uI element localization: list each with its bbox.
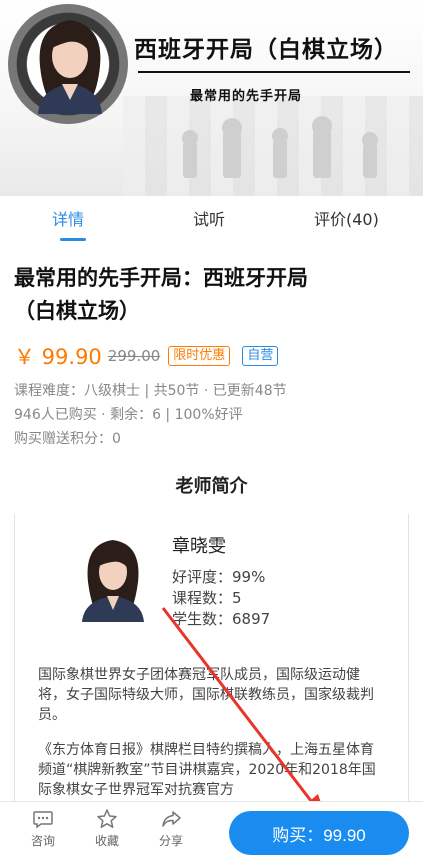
chess-pieces-decoration (182, 116, 378, 178)
chat-bubble-icon (33, 811, 53, 829)
tab-preview[interactable]: 试听 (193, 206, 225, 230)
banner-subtitle: 最常用的先手开局 (190, 89, 303, 104)
bottom-action-bar: 咨询 收藏 分享 购买：99.90 (0, 801, 423, 864)
teacher-name: 章晓雯 (172, 536, 226, 557)
teacher-avatar (82, 540, 144, 622)
course-title-line1: 最常用的先手开局：西班牙开局 (14, 266, 308, 290)
favorite-label: 收藏 (94, 834, 119, 848)
promo-badge: 限时优惠 (168, 346, 231, 366)
share-label: 分享 (158, 834, 183, 848)
banner-title: 西班牙开局（白棋立场） (134, 36, 398, 63)
teacher-student-count: 学生数：6897 (172, 610, 271, 628)
teacher-bio-paragraph-1: 国际象棋世界女子团体赛冠军队成员，国际级运动健将，女子国际特级大师，国际棋联教练… (38, 667, 374, 723)
course-title: 最常用的先手开局：西班牙开局 （白棋立场） (14, 262, 404, 328)
course-banner: 西班牙开局（白棋立场） 最常用的先手开局 (0, 0, 423, 196)
tab-bar: 详情 试听 评价(40) (0, 196, 423, 250)
share-button[interactable]: 分享 (148, 808, 194, 849)
course-meta-purchases: 946人已购买 · 剩余：6 | 100%好评 (14, 407, 243, 423)
teacher-portrait-banner (38, 20, 102, 114)
star-icon (97, 809, 117, 828)
original-price: 299.00 (107, 347, 161, 365)
active-tab-indicator (60, 238, 86, 241)
course-meta-points: 购买赠送积分：0 (14, 431, 121, 447)
favorite-button[interactable]: 收藏 (84, 808, 130, 849)
current-price: ￥ 99.90 (14, 345, 102, 369)
tab-reviews[interactable]: 评价(40) (314, 206, 379, 230)
tab-details[interactable]: 详情 (52, 206, 84, 230)
consult-button[interactable]: 咨询 (20, 808, 66, 849)
banner-divider (138, 71, 410, 73)
consult-label: 咨询 (30, 834, 55, 848)
buy-button[interactable]: 购买：99.90 (229, 811, 409, 855)
price-row: ￥ 99.90 299.00 限时优惠 自营 (14, 342, 290, 370)
teacher-bio-paragraph-2: 《东方体育日报》棋牌栏目特约撰稿人，上海五星体育频道“棋牌新教室”节目讲棋嘉宾，… (38, 742, 376, 798)
teacher-course-count: 课程数：5 (172, 589, 242, 607)
teacher-section-heading: 老师简介 (175, 476, 248, 497)
course-title-line2: （白棋立场） (14, 299, 140, 323)
share-icon (162, 811, 181, 827)
self-operated-badge: 自营 (242, 346, 279, 366)
teacher-rating: 好评度：99% (172, 568, 266, 586)
course-meta-difficulty: 课程难度：八级棋士 | 共50节 · 已更新48节 (14, 383, 287, 399)
